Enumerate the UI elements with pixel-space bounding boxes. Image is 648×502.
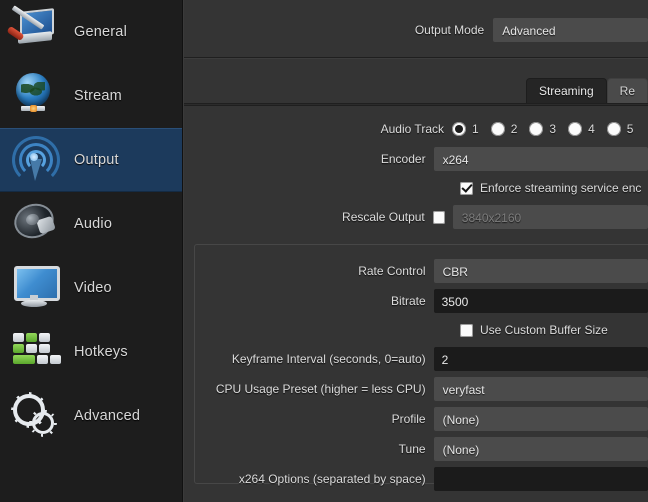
rescale-resolution-select: 3840x2160	[453, 205, 648, 229]
bitrate-row: Bitrate 3500	[184, 288, 648, 314]
enforce-bitrate-checkbox[interactable]: Enforce streaming service enc	[452, 181, 641, 195]
sidebar-item-label: General	[74, 24, 127, 40]
profile-select[interactable]: (None)	[434, 407, 648, 431]
sidebar-item-hotkeys[interactable]: Hotkeys	[0, 320, 182, 384]
sidebar-item-label: Advanced	[74, 408, 140, 424]
enforce-bitrate-row: Enforce streaming service enc	[184, 176, 648, 200]
rescale-output-label: Rescale Output	[184, 210, 433, 224]
sidebar-item-output[interactable]: Output	[0, 128, 182, 192]
keyframe-interval-label: Keyframe Interval (seconds, 0=auto)	[184, 352, 434, 366]
sidebar-item-advanced[interactable]: Advanced	[0, 384, 182, 448]
audio-track-row: Audio Track 1 2 3	[184, 116, 648, 142]
x264-options-row: x264 Options (separated by space)	[184, 466, 648, 492]
tab-recording[interactable]: Re	[607, 78, 648, 103]
radio-icon	[607, 122, 621, 136]
globe-icon	[8, 68, 64, 124]
radio-icon	[491, 122, 505, 136]
checkbox-icon	[460, 324, 473, 337]
custom-buffer-checkbox[interactable]: Use Custom Buffer Size	[452, 323, 608, 337]
sidebar-item-label: Stream	[74, 88, 122, 104]
settings-sidebar: General Stream Output	[0, 0, 183, 502]
checkbox-icon	[460, 182, 473, 195]
tab-streaming[interactable]: Streaming	[526, 78, 607, 103]
sidebar-item-general[interactable]: General	[0, 0, 182, 64]
rate-control-select[interactable]: CBR	[434, 259, 648, 283]
sidebar-item-audio[interactable]: Audio	[0, 192, 182, 256]
x264-options-label: x264 Options (separated by space)	[184, 472, 434, 486]
audio-track-option-1[interactable]: 1	[452, 122, 479, 136]
audio-track-option-2[interactable]: 2	[491, 122, 518, 136]
audio-track-option-5[interactable]: 5	[607, 122, 634, 136]
sidebar-item-video[interactable]: Video	[0, 256, 182, 320]
keyframe-interval-input[interactable]: 2	[434, 347, 648, 371]
custom-buffer-row: Use Custom Buffer Size	[184, 318, 648, 342]
tune-label: Tune	[184, 442, 434, 456]
output-mode-label: Output Mode	[184, 23, 493, 37]
rate-control-label: Rate Control	[184, 264, 434, 278]
encoder-label: Encoder	[184, 152, 434, 166]
encoder-row: Encoder x264	[184, 146, 648, 172]
bitrate-label: Bitrate	[184, 294, 434, 308]
audio-track-option-3[interactable]: 3	[529, 122, 556, 136]
audio-track-label: Audio Track	[184, 122, 452, 136]
sidebar-item-label: Audio	[74, 216, 112, 232]
rescale-output-row: Rescale Output 3840x2160	[184, 204, 648, 230]
bitrate-input[interactable]: 3500	[434, 289, 648, 313]
keyboard-icon	[8, 324, 64, 380]
encoder-settings-group: Rate Control CBR Bitrate 3500 Use Custom…	[184, 244, 648, 474]
sidebar-item-label: Video	[74, 280, 112, 296]
broadcast-icon	[8, 132, 64, 188]
audio-track-radio-group: 1 2 3 4 5	[452, 122, 645, 136]
audio-track-option-4[interactable]: 4	[568, 122, 595, 136]
speaker-icon	[8, 196, 64, 252]
tune-select[interactable]: (None)	[434, 437, 648, 461]
radio-icon	[452, 122, 466, 136]
cpu-preset-row: CPU Usage Preset (higher = less CPU) ver…	[184, 376, 648, 402]
settings-content: Output Mode Advanced Streaming Re Audio …	[183, 0, 648, 502]
sidebar-item-label: Output	[74, 152, 119, 168]
profile-row: Profile (None)	[184, 406, 648, 432]
tune-row: Tune (None)	[184, 436, 648, 462]
radio-icon	[568, 122, 582, 136]
cpu-preset-label: CPU Usage Preset (higher = less CPU)	[184, 382, 434, 396]
x264-options-input[interactable]	[434, 467, 648, 491]
radio-icon	[529, 122, 543, 136]
output-mode-band: Output Mode Advanced	[184, 0, 648, 58]
monitor-icon	[8, 260, 64, 316]
sidebar-item-stream[interactable]: Stream	[0, 64, 182, 128]
general-icon	[8, 4, 64, 60]
streaming-tab-panel: Audio Track 1 2 3	[184, 105, 648, 502]
rescale-output-checkbox[interactable]	[433, 211, 445, 224]
rate-control-row: Rate Control CBR	[184, 258, 648, 284]
encoder-select[interactable]: x264	[434, 147, 648, 171]
output-tabs: Streaming Re	[526, 78, 648, 103]
output-mode-select[interactable]: Advanced	[493, 18, 648, 42]
profile-label: Profile	[184, 412, 434, 426]
output-tabs-band: Streaming Re	[184, 58, 648, 104]
gears-icon	[8, 388, 64, 444]
sidebar-item-label: Hotkeys	[74, 344, 128, 360]
keyframe-interval-row: Keyframe Interval (seconds, 0=auto) 2	[184, 346, 648, 372]
obs-settings-window: General Stream Output	[0, 0, 648, 502]
cpu-preset-select[interactable]: veryfast	[434, 377, 648, 401]
